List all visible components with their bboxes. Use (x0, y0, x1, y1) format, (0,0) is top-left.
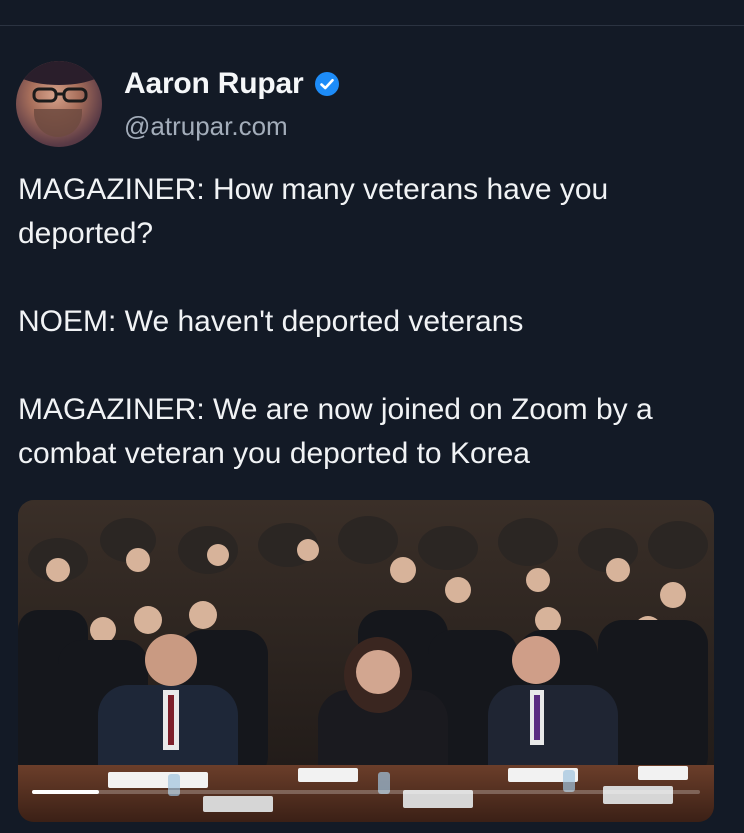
top-divider (0, 25, 744, 26)
video-progress-bar[interactable] (18, 790, 714, 794)
name-row: Aaron Rupar (124, 67, 340, 101)
post-header: Aaron Rupar @atrupar.com (16, 58, 340, 150)
author-handle[interactable]: @atrupar.com (124, 111, 340, 142)
video-progress-fill (32, 790, 99, 794)
post-paragraph: MAGAZINER: How many veterans have you de… (18, 173, 617, 250)
post-paragraph: MAGAZINER: We are now joined on Zoom by … (18, 393, 662, 470)
video-player[interactable] (18, 500, 714, 822)
verified-badge-icon (314, 71, 339, 96)
avatar-cap (16, 61, 102, 85)
avatar-beard (34, 109, 82, 137)
post-paragraph: NOEM: We haven't deported veterans (18, 305, 524, 338)
author-info: Aaron Rupar @atrupar.com (124, 67, 340, 142)
video-progress-track (32, 790, 700, 794)
video-thumbnail (18, 500, 714, 822)
post-body: MAGAZINER: How many veterans have you de… (18, 168, 728, 476)
avatar[interactable] (16, 61, 102, 147)
author-display-name[interactable]: Aaron Rupar (124, 67, 304, 101)
avatar-glasses (32, 87, 88, 103)
